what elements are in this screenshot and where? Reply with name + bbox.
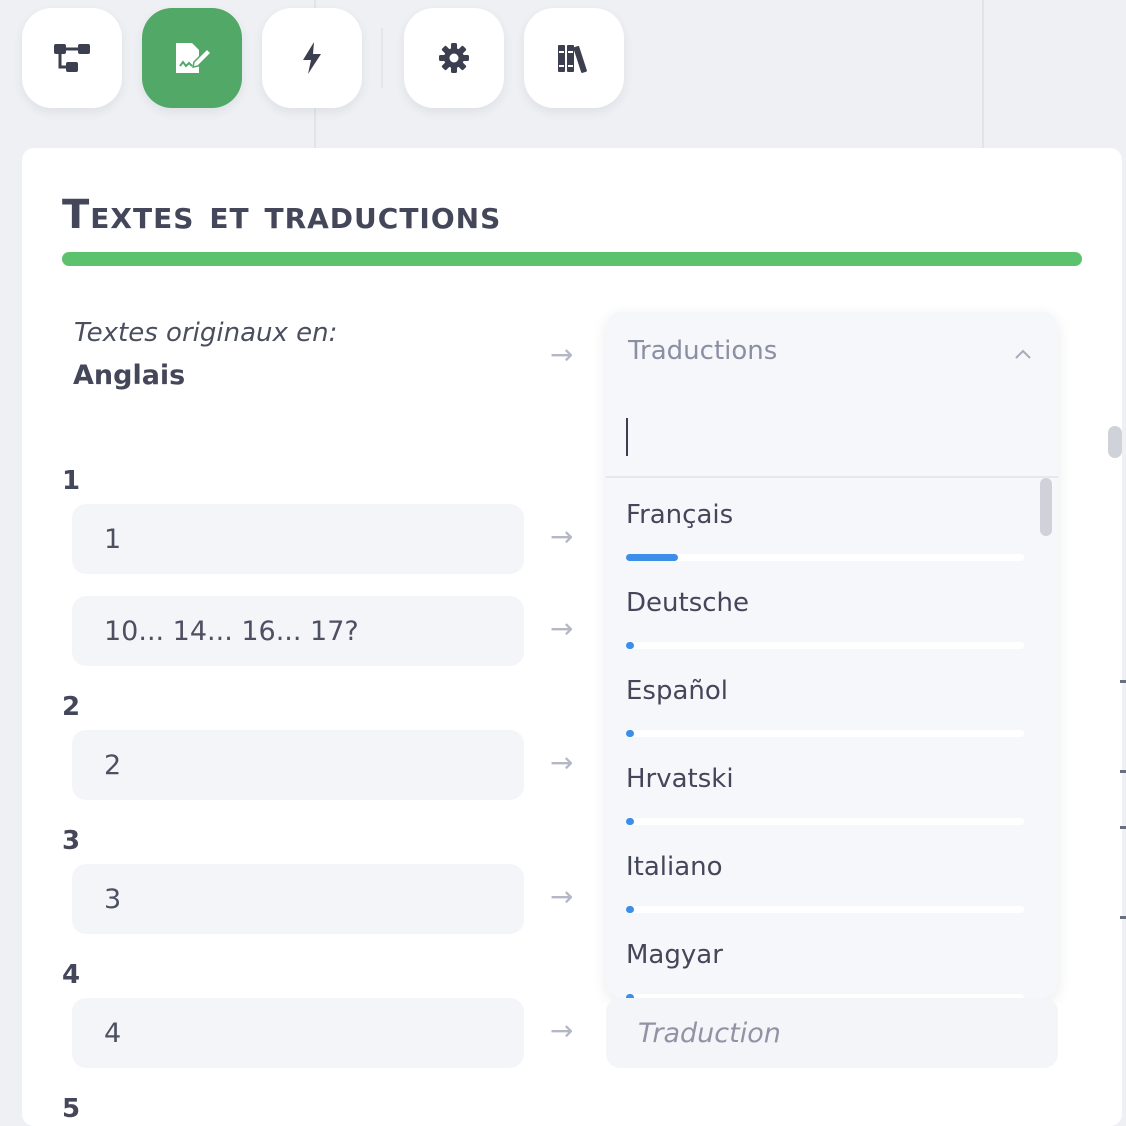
bolt-icon <box>303 42 321 74</box>
arrow-icon: → <box>550 612 574 645</box>
arrow-icon: → <box>550 338 574 371</box>
edit-text-icon <box>176 43 212 73</box>
source-text[interactable]: 1 <box>72 504 524 574</box>
background-text-fragment <box>1120 826 1126 829</box>
language-option-hrvatski[interactable]: Hrvatski <box>626 764 1024 834</box>
books-icon <box>558 45 587 73</box>
progress-bar <box>626 818 1024 825</box>
translations-placeholder: Traductions <box>628 336 778 366</box>
progress-fill <box>626 554 678 561</box>
original-language: Anglais <box>73 360 186 391</box>
translation-input[interactable]: Traduction <box>606 998 1058 1068</box>
tool-settings-button[interactable] <box>404 8 504 108</box>
background-text-fragment <box>1120 916 1126 919</box>
language-option-magyar[interactable]: Magyar <box>626 940 1024 998</box>
chevron-up-icon[interactable] <box>1014 348 1032 360</box>
sitemap-icon <box>54 44 90 72</box>
language-option-italiano[interactable]: Italiano <box>626 852 1024 922</box>
group-number: 2 <box>62 692 81 722</box>
title-underline <box>62 252 1082 266</box>
source-text[interactable]: 10... 14... 16... 17? <box>72 596 524 666</box>
progress-fill <box>626 818 634 825</box>
dropdown-scrollbar[interactable] <box>1040 478 1052 536</box>
language-option-deutsche[interactable]: Deutsche <box>626 588 1024 658</box>
option-label: Deutsche <box>626 588 750 618</box>
background-text-fragment <box>1120 770 1126 773</box>
group-number: 4 <box>62 960 81 990</box>
group-number: 3 <box>62 826 81 856</box>
option-label: Français <box>626 500 734 530</box>
tool-actions-button[interactable] <box>262 8 362 108</box>
original-texts-label: Textes originaux en: <box>74 318 338 348</box>
language-option-francais[interactable]: Français <box>626 500 1024 570</box>
translations-dropdown[interactable]: Traductions Français Deutsche Español Hr… <box>606 312 1058 998</box>
background-text-fragment <box>1120 680 1126 683</box>
progress-bar <box>626 642 1024 649</box>
progress-bar <box>626 906 1024 913</box>
option-label: Magyar <box>626 940 723 970</box>
source-text[interactable]: 2 <box>72 730 524 800</box>
language-search-input[interactable] <box>606 400 1058 478</box>
progress-fill <box>626 906 634 913</box>
progress-fill <box>626 730 634 737</box>
progress-fill <box>626 642 634 649</box>
texts-panel: Textes et traductions Textes originaux e… <box>22 148 1122 1126</box>
page-scrollbar[interactable] <box>1108 426 1122 458</box>
progress-bar <box>626 554 1024 561</box>
option-label: Italiano <box>626 852 723 882</box>
option-label: Hrvatski <box>626 764 734 794</box>
group-number: 5 <box>62 1094 81 1124</box>
page-title: Textes et traductions <box>62 192 502 238</box>
tool-tree-button[interactable] <box>22 8 122 108</box>
arrow-icon: → <box>550 880 574 913</box>
tool-library-button[interactable] <box>524 8 624 108</box>
arrow-icon: → <box>550 520 574 553</box>
arrow-icon: → <box>550 746 574 779</box>
language-option-espanol[interactable]: Español <box>626 676 1024 746</box>
text-caret <box>626 418 628 456</box>
source-text[interactable]: 4 <box>72 998 524 1068</box>
progress-bar <box>626 730 1024 737</box>
source-text[interactable]: 3 <box>72 864 524 934</box>
gear-icon <box>439 43 469 73</box>
group-number: 1 <box>62 466 81 496</box>
tool-texts-button[interactable] <box>142 8 242 108</box>
option-label: Español <box>626 676 729 706</box>
arrow-icon: → <box>550 1014 574 1047</box>
